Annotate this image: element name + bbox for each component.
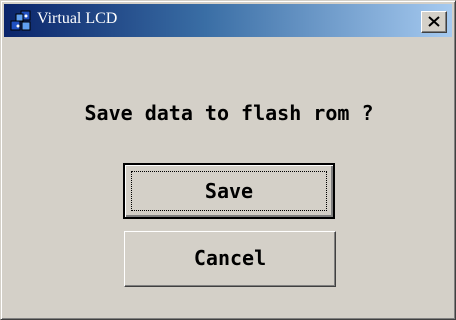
dialog-message: Save data to flash rom ?	[84, 101, 374, 125]
close-icon	[428, 16, 440, 27]
cancel-button-label: Cancel	[193, 246, 267, 270]
cancel-button[interactable]: Cancel	[124, 231, 336, 287]
virtual-lcd-dialog: Virtual LCD Save data to flash rom ? Sav…	[0, 0, 456, 320]
close-button[interactable]	[421, 11, 447, 33]
save-button-label: Save	[204, 179, 254, 203]
save-button[interactable]: Save	[123, 163, 335, 219]
title-bar[interactable]: Virtual LCD	[4, 4, 452, 37]
virtual-lcd-app-icon	[10, 10, 32, 32]
window-title: Virtual LCD	[37, 10, 118, 27]
